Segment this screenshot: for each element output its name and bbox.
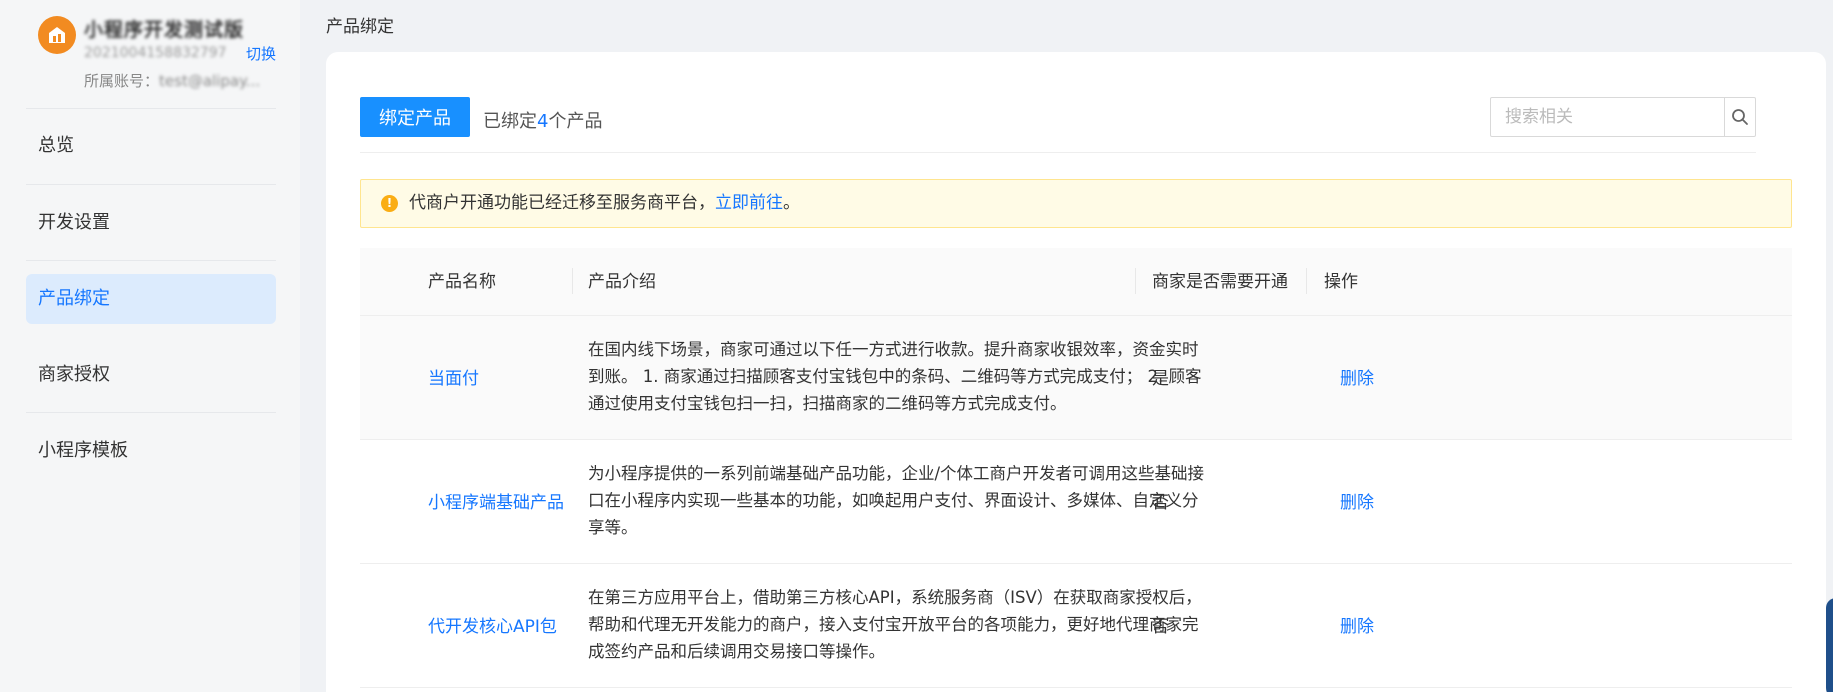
product-name-link[interactable]: 小程序端基础产品: [428, 488, 564, 513]
delete-button[interactable]: 删除: [1340, 612, 1374, 637]
floating-widget[interactable]: [1826, 598, 1833, 692]
sidebar-item-product-binding[interactable]: 产品绑定: [26, 274, 276, 324]
needs-activation-value: 否: [1152, 617, 1169, 637]
warning-icon: !: [381, 195, 398, 212]
nav-divider: [26, 412, 276, 413]
bound-count-text: 已绑定4个产品: [483, 107, 602, 133]
sidebar-item-overview[interactable]: 总览: [26, 121, 276, 171]
bind-product-button[interactable]: 绑定产品: [360, 97, 470, 137]
product-desc: 在国内线下场景，商家可通过以下任一方式进行收款。提升商家收银效率，资金实时到账。…: [588, 340, 1202, 413]
nav-divider: [26, 184, 276, 185]
product-desc: 在第三方应用平台上，借助第三方核心API，系统服务商（ISV）在获取商家授权后，…: [588, 588, 1202, 661]
product-name-link[interactable]: 当面付: [428, 364, 479, 389]
bound-count: 4: [537, 111, 549, 132]
product-table: 产品名称 产品介绍 商家是否需要开通 操作 当面付 在国内线下场景，商家可通过以…: [360, 248, 1792, 688]
header-action: 操作: [1324, 272, 1358, 292]
nav-divider: [26, 108, 276, 109]
migration-notice: ! 代商户开通功能已经迁移至服务商平台，立即前往。: [360, 179, 1792, 228]
app-logo: [38, 16, 76, 54]
needs-activation-value: 否: [1152, 493, 1169, 513]
product-desc: 为小程序提供的一系列前端基础产品功能，企业/个体工商户开发者可调用这些基础接口在…: [588, 464, 1205, 537]
header-separator: [1135, 268, 1136, 294]
search-button[interactable]: [1724, 98, 1755, 136]
header-separator: [572, 268, 573, 294]
header-product-name: 产品名称: [428, 272, 496, 292]
header-separator: [1306, 268, 1307, 294]
search-input[interactable]: [1491, 98, 1724, 136]
switch-app-link[interactable]: 切换: [246, 43, 276, 64]
header-needs-activation: 商家是否需要开通: [1152, 272, 1288, 292]
sidebar-item-miniapp-template[interactable]: 小程序模板: [26, 426, 276, 476]
app-id: 2021004158832797: [84, 45, 227, 61]
header-product-desc: 产品介绍: [588, 272, 656, 292]
sidebar-item-dev-settings[interactable]: 开发设置: [26, 198, 276, 248]
product-name-link[interactable]: 代开发核心API包: [428, 612, 557, 637]
account-value: test@alipay...: [159, 72, 261, 90]
nav-divider: [26, 260, 276, 261]
needs-activation-value: 是: [1152, 369, 1169, 389]
table-header: 产品名称 产品介绍 商家是否需要开通 操作: [360, 248, 1792, 316]
bound-prefix: 已绑定: [483, 111, 537, 132]
main-card: 绑定产品 已绑定4个产品 ! 代商户开通功能已经迁移至服务商平台，立即前往。 产…: [326, 52, 1826, 692]
table-row: 小程序端基础产品 为小程序提供的一系列前端基础产品功能，企业/个体工商户开发者可…: [360, 440, 1792, 564]
app-card: 小程序开发测试版 2021004158832797 切换 所属账号：test@a…: [38, 10, 278, 94]
notice-go-link[interactable]: 立即前往: [715, 193, 783, 213]
sidebar-item-merchant-auth[interactable]: 商家授权: [26, 350, 276, 400]
search-box: [1490, 97, 1756, 137]
account-label: 所属账号：: [84, 72, 160, 90]
table-row: 代开发核心API包 在第三方应用平台上，借助第三方核心API，系统服务商（ISV…: [360, 564, 1792, 688]
toolbar-divider: [360, 152, 1756, 153]
account-row: 所属账号：test@alipay...: [84, 70, 260, 91]
notice-end: 。: [783, 193, 800, 213]
delete-button[interactable]: 删除: [1340, 364, 1374, 389]
table-row: 当面付 在国内线下场景，商家可通过以下任一方式进行收款。提升商家收银效率，资金实…: [360, 316, 1792, 440]
store-icon: [49, 27, 65, 43]
bound-suffix: 个产品: [548, 111, 603, 132]
search-icon: [1732, 109, 1748, 125]
sidebar: 小程序开发测试版 2021004158832797 切换 所属账号：test@a…: [0, 0, 300, 692]
page-title: 产品绑定: [326, 17, 394, 37]
delete-button[interactable]: 删除: [1340, 488, 1374, 513]
notice-text: 代商户开通功能已经迁移至服务商平台，: [409, 193, 715, 213]
app-name: 小程序开发测试版: [84, 19, 245, 41]
